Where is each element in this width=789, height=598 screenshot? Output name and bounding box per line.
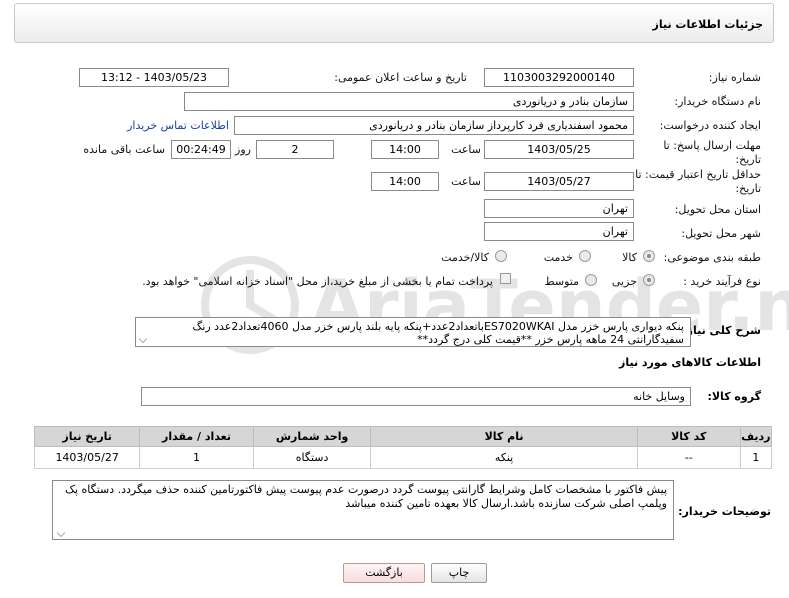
reply-deadline-time-field: 14:00 — [371, 140, 439, 159]
col-date-header: تاریخ نیاز — [33, 426, 141, 447]
general-description-label: شرح کلی نیاز: — [682, 324, 761, 337]
treasury-payment-checkbox[interactable] — [500, 273, 511, 284]
cell-quantity: 1 — [139, 446, 254, 469]
remaining-time-label: ساعت باقی مانده — [83, 143, 165, 156]
col-unit-header: واحد شمارش — [252, 426, 372, 447]
reply-deadline-date-label: تاریخ: — [735, 153, 761, 166]
category-label: طبقه بندی موضوعی: — [663, 251, 761, 264]
delivery-city-label: شهر محل تحویل: — [681, 227, 761, 240]
back-button[interactable]: بازگشت — [343, 563, 425, 583]
category-option-service: خدمت — [543, 251, 573, 264]
price-validity-date-label: تاریخ: — [735, 182, 761, 195]
price-validity-label: حداقل تاریخ اعتبار قیمت: تا — [635, 168, 761, 181]
cell-code: -- — [636, 446, 741, 469]
purchase-type-label: نوع فرآیند خرید : — [683, 275, 761, 288]
delivery-province-field: تهران — [484, 199, 634, 218]
need-number-field: 1103003292000140 — [484, 68, 634, 87]
panel-title: جزئیات اطلاعات نیاز — [652, 18, 764, 31]
category-radio-goods[interactable] — [643, 250, 655, 262]
items-table: ردیف کد کالا نام کالا واحد شمارش تعداد /… — [33, 426, 773, 469]
table-header-row: ردیف کد کالا نام کالا واحد شمارش تعداد /… — [33, 426, 773, 447]
buyer-notes-label: توضیحات خریدار: — [678, 505, 771, 518]
price-validity-time-label: ساعت — [451, 175, 481, 188]
treasury-payment-note: پرداخت تمام یا بخشی از مبلغ خرید،از محل … — [142, 275, 493, 288]
general-description-field: پنکه دیواری پارس خزر مدل ES7020WKAIباتعد… — [135, 317, 691, 347]
requester-label: ایجاد کننده درخواست: — [659, 119, 761, 132]
cell-unit: دستگاه — [252, 446, 372, 469]
col-row-header: ردیف — [739, 426, 773, 447]
announce-datetime-field: 1403/05/23 - 13:12 — [79, 68, 229, 87]
price-validity-time-field: 14:00 — [371, 172, 439, 191]
category-option-goods: کالا — [622, 251, 637, 264]
cell-name: پنکه — [370, 446, 638, 469]
announce-datetime-label: تاریخ و ساعت اعلان عمومی: — [334, 71, 467, 84]
table-row: 1 -- پنکه دستگاه 1 1403/05/27 — [33, 446, 773, 469]
need-number-label: شماره نیاز: — [708, 71, 761, 84]
reply-deadline-date-field: 1403/05/25 — [484, 140, 634, 159]
goods-group-label: گروه کالا: — [707, 390, 761, 403]
cell-row: 1 — [739, 446, 773, 469]
remaining-time-field: 00:24:49 — [171, 140, 231, 159]
purchase-type-radio-minor[interactable] — [643, 274, 655, 286]
reply-deadline-days-field: 2 — [256, 140, 334, 159]
purchase-type-radio-medium[interactable] — [585, 274, 597, 286]
reply-deadline-label: مهلت ارسال پاسخ: تا — [663, 139, 761, 152]
category-radio-goods-service[interactable] — [495, 250, 507, 262]
col-name-header: نام کالا — [370, 426, 638, 447]
category-option-goods-service: کالا/خدمت — [441, 251, 489, 264]
reply-deadline-time-label: ساعت — [451, 143, 481, 156]
buyer-org-field: سازمان بنادر و دریانوردی — [184, 92, 634, 111]
goods-info-title: اطلاعات کالاهای مورد نیاز — [619, 356, 761, 369]
cell-date: 1403/05/27 — [33, 446, 141, 469]
details-panel-header: جزئیات اطلاعات نیاز — [14, 3, 774, 43]
goods-group-field: وسایل خانه — [141, 387, 691, 406]
buyer-notes-field: پیش فاکتور با مشخصات کامل وشرایط گارانتی… — [52, 480, 674, 540]
purchase-type-option-minor: جزیی — [611, 275, 637, 288]
category-radio-service[interactable] — [579, 250, 591, 262]
col-code-header: کد کالا — [636, 426, 741, 447]
col-quantity-header: تعداد / مقدار — [139, 426, 254, 447]
purchase-type-option-medium: متوسط — [544, 275, 579, 288]
buyer-org-label: نام دستگاه خریدار: — [674, 95, 761, 108]
print-button[interactable]: چاپ — [431, 563, 487, 583]
buyer-contact-link[interactable]: اطلاعات تماس خریدار — [127, 119, 229, 132]
requester-field: محمود اسفندیاری فرد کارپرداز سازمان بناد… — [234, 116, 634, 135]
price-validity-date-field: 1403/05/27 — [484, 172, 634, 191]
delivery-city-field: تهران — [484, 222, 634, 241]
delivery-province-label: استان محل تحویل: — [674, 203, 761, 216]
